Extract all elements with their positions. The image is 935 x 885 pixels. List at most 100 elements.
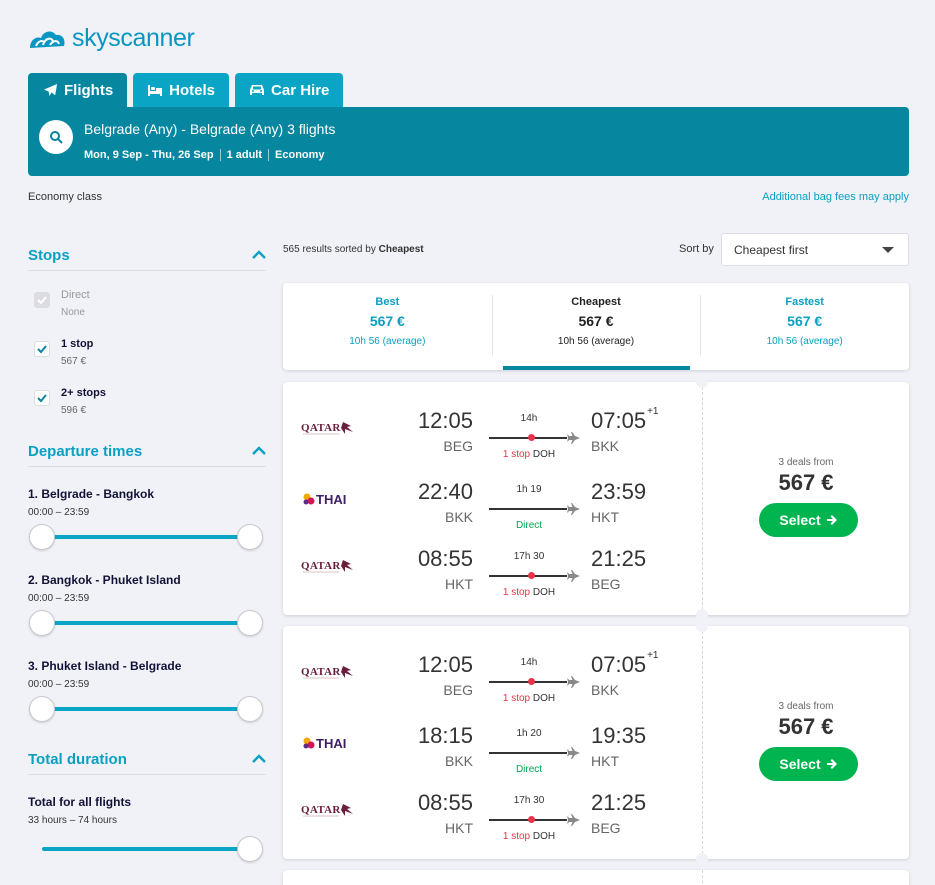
route-line [489,752,567,754]
two-plus-stops-checkbox[interactable] [34,390,50,406]
sort-tab-fastest[interactable]: Fastest 567 € 10h 56 (average) [700,283,909,370]
duration-label: Total for all flights [28,795,132,809]
arrival-time: 23:59 [591,479,647,505]
svg-text:QATAR: QATAR [301,666,341,678]
stops-filter-header[interactable]: Stops [28,240,266,271]
flight-leg: THAI 22:40 BKK 1h 19 Direct 23:59 HKT [283,465,702,535]
stop-info: 1 stop DOH [489,693,569,704]
select-button[interactable]: Select [759,747,858,781]
slider-min-handle[interactable] [29,610,55,636]
arrival-time-value: 07:05 [591,408,647,433]
qatar-airways-logo-icon: QATAR [301,560,353,573]
stop-info: 1 stop DOH [489,831,569,842]
search-button[interactable] [39,120,73,154]
tab-flights[interactable]: Flights [28,73,128,107]
bed-icon [147,82,163,98]
stop-option-direct[interactable]: Direct None [28,284,266,333]
sort-tab-price: 567 € [578,313,614,329]
itinerary-card-partial[interactable] [283,870,909,885]
stopover-airport: DOH [532,587,556,598]
check-icon [37,344,47,353]
sort-select-value: Cheapest first [734,242,809,257]
logo-text: skyscanner [72,23,195,52]
results-sorted-by: Cheapest [378,244,424,255]
route-line [489,508,567,510]
departure-leg-1-slider[interactable] [28,524,266,550]
arrival-time-value: 23:59 [591,479,647,504]
flight-leg: QATAR 12:05 BEG 14h 1 stop DOH 07:05+1 BKK [283,638,702,708]
car-icon [249,82,265,98]
stop-option-label: 1 stop [61,338,94,350]
departure-filter-title: Departure times [28,442,143,460]
sort-tab-duration: 10h 56 (average) [349,336,426,347]
slider-max-handle[interactable] [237,610,263,636]
sort-tab-best[interactable]: Best 567 € 10h 56 (average) [283,283,492,370]
departure-leg-3-slider[interactable] [28,696,266,722]
svg-text:QATAR: QATAR [301,560,341,572]
flight-duration: 14h [520,657,538,668]
one-stop-checkbox[interactable] [34,341,50,357]
sort-tab-cheapest[interactable]: Cheapest 567 € 10h 56 (average) [491,283,701,370]
search-summary-bar[interactable]: Belgrade (Any) - Belgrade (Any) 3 flight… [28,107,909,176]
departure-airport: BKK [444,509,473,525]
svg-text:THAI: THAI [316,736,346,751]
slider-max-handle[interactable] [237,836,263,862]
qatar-airways-logo-icon: QATAR [301,422,353,435]
deal-panel: 3 deals from 567 € Select [703,382,909,615]
bag-fees-link[interactable]: Additional bag fees may apply [762,191,909,203]
next-day-indicator: +1 [647,650,659,661]
tab-hotels[interactable]: Hotels [133,73,230,107]
skyscanner-logo[interactable]: skyscanner [28,23,195,52]
arrival-time-value: 21:25 [591,546,647,571]
slider-max-handle[interactable] [237,696,263,722]
stop-info: Direct [489,520,569,531]
itinerary-card[interactable]: QATAR 12:05 BEG 14h 1 stop DOH 07:05+1 BKK THAI… [283,620,909,865]
slider-min-handle[interactable] [29,524,55,550]
stop-info: 1 stop DOH [489,449,569,460]
airline-logo: THAI [301,731,361,755]
stops-count: 1 stop [502,449,531,460]
sort-tab-duration: 10h 56 (average) [557,336,635,347]
sort-tab-duration: 10h 56 (average) [766,336,843,347]
deal-price: 567 € [778,470,834,495]
slider-max-handle[interactable] [237,524,263,550]
stops-count: Direct [515,520,543,531]
slider-track [42,707,252,711]
filters-sidebar: Stops Direct None 1 stop 567 € 2+ stops … [28,240,266,862]
direct-checkbox[interactable] [34,292,50,308]
tab-car-hire-label: Car Hire [271,81,330,99]
departure-filter-header[interactable]: Departure times [28,436,266,467]
duration-filter-title: Total duration [28,750,127,768]
departure-leg-2-slider[interactable] [28,610,266,636]
search-travellers: 1 adult [219,149,268,161]
arrival-airport: HKT [591,753,619,769]
stopover-airport: DOH [532,831,556,842]
flight-duration: 17h 30 [513,551,545,562]
select-button-label: Select [779,512,821,528]
results-count-prefix: 565 results sorted by [283,244,376,255]
stop-option-price: None [61,307,85,318]
next-day-indicator: +1 [647,406,659,417]
arrival-time: 21:25 [591,546,647,572]
svg-text:THAI: THAI [316,492,346,507]
flight-leg: THAI 18:15 BKK 1h 20 Direct 19:35 HKT [283,709,702,779]
arrival-airport: BEG [591,820,621,836]
tab-car-hire[interactable]: Car Hire [235,73,344,107]
duration-slider[interactable] [28,836,266,862]
select-button[interactable]: Select [759,503,858,537]
arrival-time-value: 19:35 [591,723,647,748]
itinerary-card[interactable]: QATAR 12:05 BEG 14h 1 stop DOH 07:05+1 BKK THAI… [283,376,909,621]
slider-track [42,621,252,625]
stop-option-2plus-stops[interactable]: 2+ stops 596 € [28,382,266,431]
stop-option-1-stop[interactable]: 1 stop 567 € [28,333,266,382]
stops-count: 1 stop [502,587,531,598]
stops-count: 1 stop [502,831,531,842]
duration-filter-header[interactable]: Total duration [28,744,266,775]
departure-airport: BKK [444,753,473,769]
sort-select[interactable]: Cheapest first [721,233,909,266]
slider-min-handle[interactable] [29,696,55,722]
arrival-airport: BKK [591,682,620,698]
airline-logo: QATAR [301,660,361,684]
product-tabs: Flights Hotels Car Hire [28,73,344,107]
arrival-time-value: 21:25 [591,790,647,815]
